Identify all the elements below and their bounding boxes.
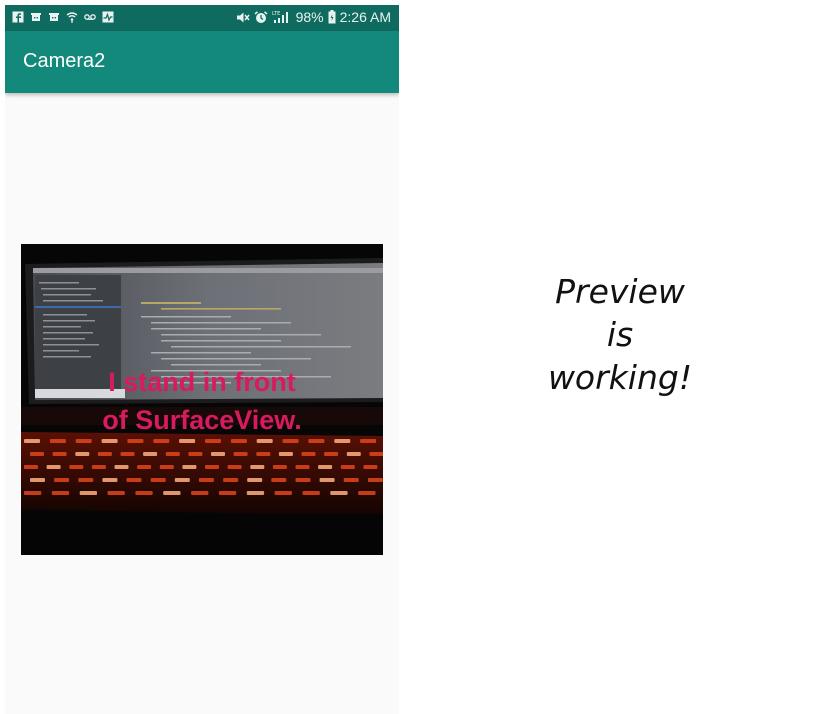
app-bar: Camera2 [5,31,399,93]
note-line-1: Preview [555,272,685,311]
status-right: LTE 98% 2:26 AM [236,9,391,25]
svg-text:LTE: LTE [272,11,280,17]
overlay-line-1: I stand in front [108,367,296,397]
clock-time: 2:26 AM [339,9,391,25]
alarm-icon [254,10,268,23]
note-line-2: is [606,315,634,354]
battery-icon [328,10,336,24]
mute-icon [236,12,250,22]
android-debug-icon [49,13,59,21]
note-line-3: working! [547,358,693,397]
camera-preview-surface[interactable]: I stand in front of SurfaceView. [21,244,383,555]
lte-signal-icon: LTE [272,11,288,23]
status-left-icons [12,11,114,23]
overlay-label: I stand in front of SurfaceView. [21,363,383,439]
wifi-icon [66,12,78,23]
facebook-icon [12,11,24,23]
overlay-line-2: of SurfaceView. [102,405,302,435]
android-debug-icon [31,13,41,21]
phone-screen: LTE 98% 2:26 AM Camera2 I stand in front… [5,5,399,714]
voicemail-icon [84,14,96,20]
preview-status-note: Preview is working! [520,270,720,399]
battery-percent: 98% [295,9,324,25]
app-title: Camera2 [23,50,106,72]
pulse-icon [102,11,114,23]
status-bar: LTE 98% 2:26 AM [5,5,399,31]
